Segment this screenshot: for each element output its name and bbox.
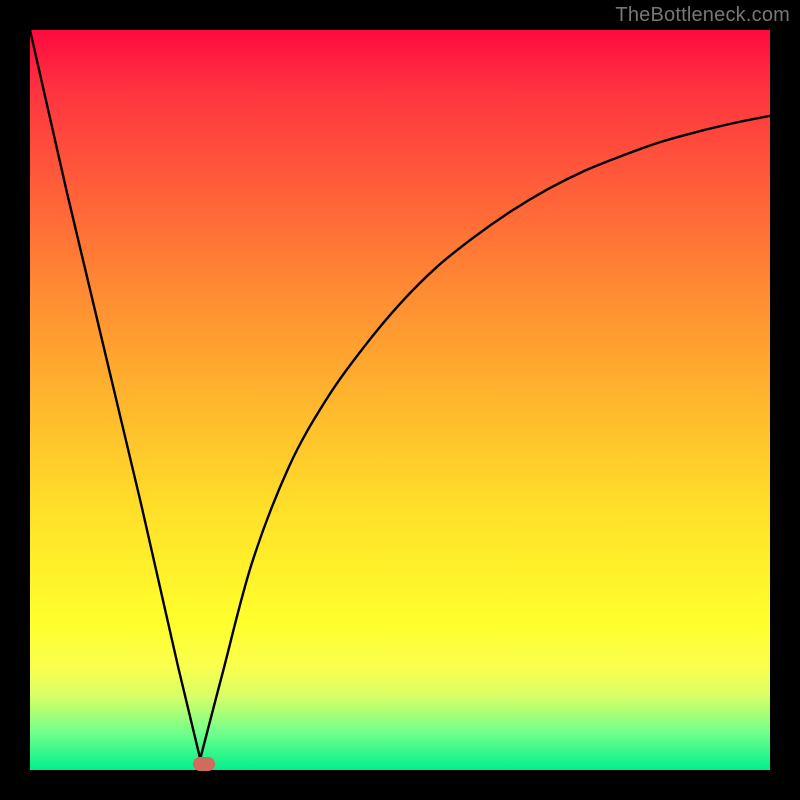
plot-area bbox=[30, 30, 770, 770]
bottleneck-curve bbox=[30, 30, 770, 770]
curve-path bbox=[30, 30, 770, 759]
minimum-marker bbox=[193, 757, 215, 771]
chart-frame: TheBottleneck.com bbox=[0, 0, 800, 800]
watermark-text: TheBottleneck.com bbox=[615, 4, 790, 27]
